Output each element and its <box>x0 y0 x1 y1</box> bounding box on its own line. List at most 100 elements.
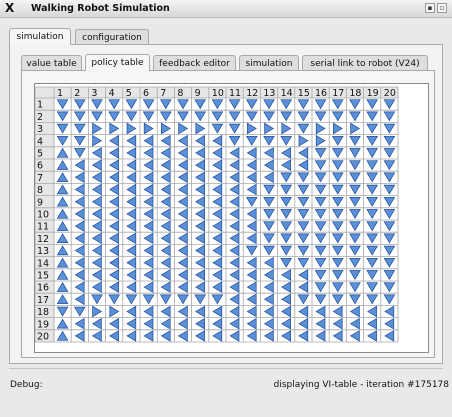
arrow-left-icon <box>143 220 154 232</box>
policy-table-grid[interactable]: 1 2 3 4 5 6 7 8 9 10 11 12 13 14 15 16 17 18 19 20 1 2 3 4 5 6 7 8 9… <box>34 83 429 353</box>
arrow-down-icon <box>297 245 310 256</box>
arrow-down-icon <box>383 270 396 280</box>
arrow-left-icon <box>246 330 257 342</box>
arrow-left-icon <box>74 317 85 330</box>
arrow-left-icon <box>160 244 171 257</box>
arrow-left-icon <box>177 147 188 159</box>
arrow-left-icon <box>298 147 309 159</box>
arrow-down-icon <box>383 160 396 171</box>
arrow-down-icon <box>228 99 241 110</box>
arrow-down-icon <box>280 196 293 207</box>
arrow-left-icon <box>349 305 360 318</box>
arrow-down-icon <box>263 99 275 110</box>
arrow-left-icon <box>212 147 223 159</box>
arrow-right-icon <box>92 305 103 318</box>
arrow-left-icon <box>177 269 188 281</box>
arrow-left-icon <box>126 269 137 281</box>
arrow-left-icon <box>212 183 223 196</box>
arrow-down-icon <box>366 257 379 268</box>
arrow-left-icon <box>143 183 154 196</box>
arrow-left-icon <box>91 147 102 159</box>
arrow-left-icon <box>177 171 188 184</box>
arrow-left-icon <box>143 208 154 220</box>
arrow-down-icon <box>91 111 103 122</box>
row-header: 16 <box>37 283 49 294</box>
column-header: 14 <box>281 88 293 99</box>
arrow-right-icon <box>281 122 292 135</box>
arrow-left-icon <box>229 244 240 257</box>
arrow-left-icon <box>126 281 137 293</box>
arrow-left-icon <box>332 317 343 330</box>
arrow-down-icon <box>383 111 396 122</box>
arrow-left-icon <box>298 159 309 171</box>
arrow-left-icon <box>212 317 223 330</box>
window-title: Walking Robot Simulation <box>31 3 170 14</box>
tab-label: value table <box>26 59 77 69</box>
arrow-down-icon <box>383 123 396 134</box>
restore-button[interactable]: ▪ <box>425 3 435 13</box>
arrow-left-icon <box>195 171 205 184</box>
arrow-down-icon <box>314 184 327 195</box>
arrow-down-icon <box>263 233 275 244</box>
arrow-left-icon <box>91 244 102 257</box>
column-header: 16 <box>315 88 327 99</box>
arrow-down-icon <box>349 184 361 195</box>
arrow-down-icon <box>349 160 361 171</box>
arrow-left-icon <box>177 305 188 318</box>
arrow-down-icon <box>125 294 138 305</box>
arrow-up-icon <box>56 269 69 280</box>
arrow-down-icon <box>366 233 379 244</box>
row-header: 19 <box>37 319 49 330</box>
arrow-right-icon <box>178 122 189 135</box>
arrow-down-icon <box>349 282 361 293</box>
arrow-up-icon <box>56 257 69 268</box>
arrow-left-icon <box>177 220 188 232</box>
arrow-down-icon <box>314 257 327 268</box>
tab-label: simulation <box>16 32 64 42</box>
arrow-left-icon <box>229 256 240 269</box>
arrow-left-icon <box>229 195 240 208</box>
arrow-left-icon <box>229 281 240 293</box>
arrow-left-icon <box>263 330 274 342</box>
arrow-left-icon <box>281 293 291 306</box>
arrow-down-icon <box>211 99 224 110</box>
x-window-logo-icon[interactable]: X <box>5 1 19 16</box>
close-button[interactable]: ▫ <box>437 3 447 13</box>
arrow-down-icon <box>349 270 361 280</box>
arrow-down-icon <box>383 282 396 293</box>
arrow-down-icon <box>366 148 379 158</box>
arrow-left-icon <box>91 171 102 184</box>
arrow-left-icon <box>177 281 188 293</box>
arrow-right-icon <box>92 122 103 135</box>
arrow-right-icon <box>264 122 275 135</box>
arrow-left-icon <box>74 269 85 281</box>
arrow-down-icon <box>314 111 327 122</box>
arrow-down-icon <box>263 184 275 195</box>
arrow-down-icon <box>383 148 396 158</box>
arrow-down-icon <box>349 294 361 305</box>
arrow-right-icon <box>109 122 120 135</box>
arrow-down-icon <box>263 245 275 256</box>
tab-simulation-outer[interactable]: simulation <box>9 28 71 45</box>
arrow-left-icon <box>263 256 274 269</box>
tab-policy-table[interactable]: policy table <box>85 54 150 71</box>
debug-label: Debug: <box>10 380 43 390</box>
arrow-down-icon <box>194 99 207 110</box>
arrow-left-icon <box>263 171 274 184</box>
arrow-left-icon <box>126 244 137 257</box>
arrow-left-icon <box>246 171 257 184</box>
arrow-left-icon <box>195 317 205 330</box>
arrow-left-icon <box>126 256 137 269</box>
column-header: 10 <box>212 88 224 99</box>
arrow-left-icon <box>91 232 102 245</box>
arrow-down-icon <box>314 148 327 158</box>
arrow-left-icon <box>160 183 171 196</box>
arrow-down-icon <box>56 306 69 317</box>
arrow-down-icon <box>331 221 344 232</box>
arrow-up-icon <box>56 233 69 244</box>
arrow-down-icon <box>331 148 344 158</box>
arrow-left-icon <box>143 305 154 318</box>
tab-label: serial link to robot (V24) <box>310 59 420 69</box>
arrow-left-icon <box>246 293 257 306</box>
arrow-left-icon <box>195 183 205 196</box>
